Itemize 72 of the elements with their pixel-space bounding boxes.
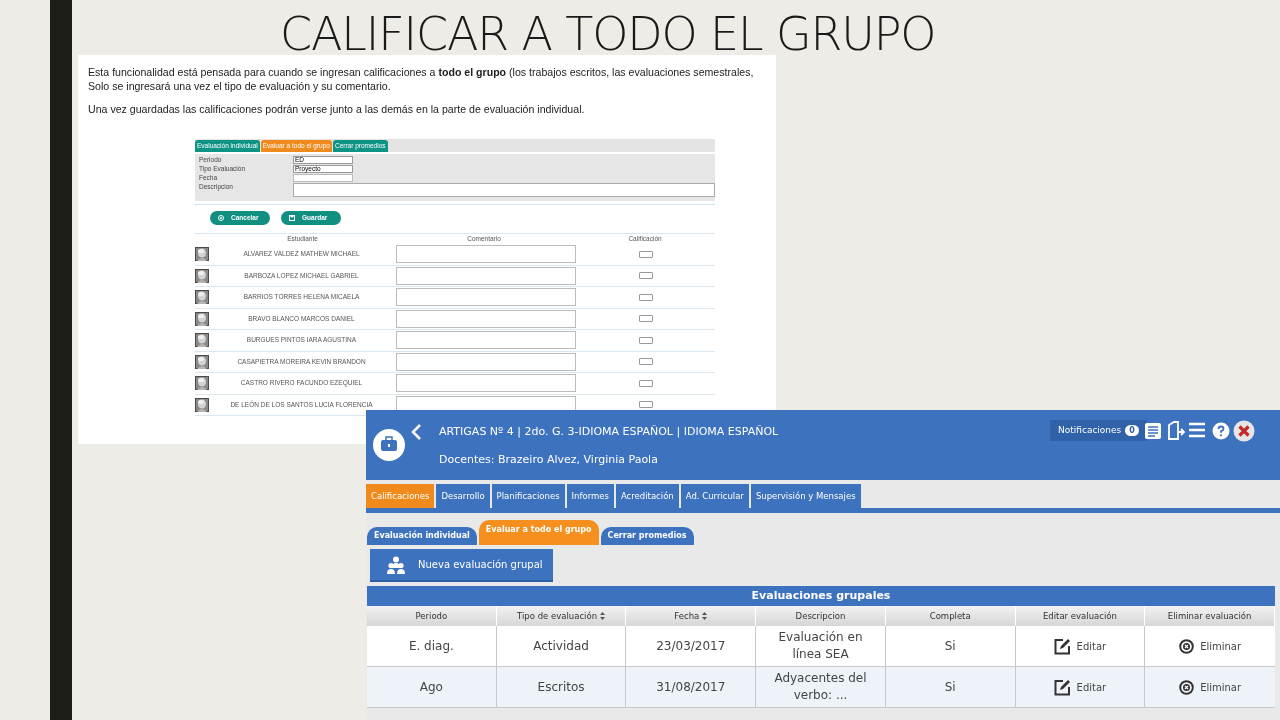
- text-area[interactable]: [293, 183, 715, 197]
- column-header[interactable]: Fecha: [674, 609, 700, 623]
- teachers-label: Docentes: Brazeiro Alvez, Virginia Paola: [439, 452, 658, 468]
- edit-link[interactable]: Editar: [1053, 678, 1107, 696]
- comment-field[interactable]: [396, 266, 576, 285]
- comment-field[interactable]: [396, 374, 576, 393]
- table-cell: E. diag.: [408, 637, 454, 655]
- table-cell: Actividad: [533, 637, 589, 655]
- description-text: Una vez guardadas las calificaciones podrán verse junto a las demás en la parte de evaluación individual.: [88, 102, 586, 116]
- grade-field[interactable]: [638, 293, 653, 301]
- table-cell: Ago: [419, 678, 443, 696]
- comment-field[interactable]: [396, 288, 576, 307]
- table-cell-text: Evaluación en línea SEA: [777, 629, 864, 663]
- grade-field[interactable]: [638, 379, 653, 387]
- column-header[interactable]: Editar evaluación: [1042, 609, 1117, 623]
- grade-field[interactable]: [638, 336, 653, 344]
- group-icon: [386, 555, 406, 574]
- column-header[interactable]: Descripcion: [795, 609, 846, 623]
- edit-icon: [1053, 678, 1071, 696]
- description-text: Esta funcionalidad está pensada para cuando se ingresan calificaciones a todo el grupo (los trabajos escritos, las evaluaciones semestrales,: [88, 65, 755, 79]
- sort-icon[interactable]: [600, 612, 606, 620]
- new-group-evaluation-button[interactable]: Nueva evaluación grupal: [370, 549, 553, 582]
- delete-link[interactable]: Eliminar: [1179, 638, 1242, 654]
- table-cell: 31/08/2017: [656, 678, 726, 696]
- course-title: ARTIGAS Nº 4 | 2do. G. 3-IDIOMA ESPAÑOL | IDIOMA ESPAÑOL: [439, 424, 779, 440]
- edit-icon: [1053, 637, 1071, 655]
- input-field[interactable]: [293, 174, 353, 182]
- grade-field[interactable]: [638, 250, 653, 258]
- grade-field[interactable]: [638, 315, 653, 323]
- nav-tab[interactable]: Desarrollo: [436, 484, 490, 508]
- column-header[interactable]: Completa: [929, 609, 971, 623]
- slide-title: CALIFICAR A TODO EL GRUPO: [280, 6, 936, 62]
- notifications-button[interactable]: Notificaciones 0: [1050, 420, 1147, 441]
- grade-field[interactable]: [638, 358, 653, 366]
- table-cell: Si: [944, 637, 956, 655]
- table-cell: 23/03/2017: [656, 637, 726, 655]
- help-icon[interactable]: [1212, 422, 1230, 440]
- column-header[interactable]: Tipo de evaluación: [517, 609, 598, 623]
- delete-icon: [1179, 638, 1195, 654]
- back-icon[interactable]: [410, 423, 422, 441]
- comment-field[interactable]: [396, 245, 576, 264]
- table-cell: Si: [944, 678, 956, 696]
- sort-icon[interactable]: [702, 612, 708, 620]
- comment-field[interactable]: [396, 309, 576, 328]
- grade-field[interactable]: [638, 401, 653, 409]
- sub-tab[interactable]: Evaluación individual: [367, 527, 477, 545]
- table-title: Evaluaciones grupales: [367, 586, 1275, 606]
- close-icon[interactable]: [1233, 420, 1255, 442]
- file-export-icon[interactable]: [1166, 421, 1186, 441]
- edit-link[interactable]: Editar: [1053, 637, 1107, 655]
- description-text: Solo se ingresará una vez el tipo de evaluación y su comentario.: [88, 79, 392, 93]
- delete-link[interactable]: Eliminar: [1179, 679, 1242, 695]
- menu-icon[interactable]: [1188, 422, 1206, 438]
- delete-icon: [1179, 679, 1195, 695]
- notification-count: 0: [1125, 425, 1139, 436]
- column-header[interactable]: Periodo: [415, 609, 448, 623]
- table-cell: Escritos: [537, 678, 585, 696]
- nav-tab[interactable]: Acreditación: [615, 484, 679, 508]
- nav-tab[interactable]: Informes: [566, 484, 614, 508]
- cancel-icon: [218, 215, 224, 221]
- nav-tab[interactable]: Supervisión y Mensajes: [750, 484, 861, 508]
- comment-field[interactable]: [396, 352, 576, 371]
- nav-tab[interactable]: Ad. Curricular: [680, 484, 749, 508]
- column-header[interactable]: Eliminar evaluación: [1167, 609, 1252, 623]
- briefcase-icon: [372, 428, 406, 462]
- document-icon[interactable]: [1144, 422, 1162, 440]
- nav-tab[interactable]: Planificaciones: [491, 484, 565, 508]
- comment-field[interactable]: [396, 331, 576, 350]
- floppy-icon: [289, 215, 295, 221]
- sub-tab[interactable]: Cerrar promedios: [600, 527, 694, 545]
- table-cell-text: Adyacentes del verbo: ...: [773, 670, 868, 704]
- grade-field[interactable]: [638, 272, 653, 280]
